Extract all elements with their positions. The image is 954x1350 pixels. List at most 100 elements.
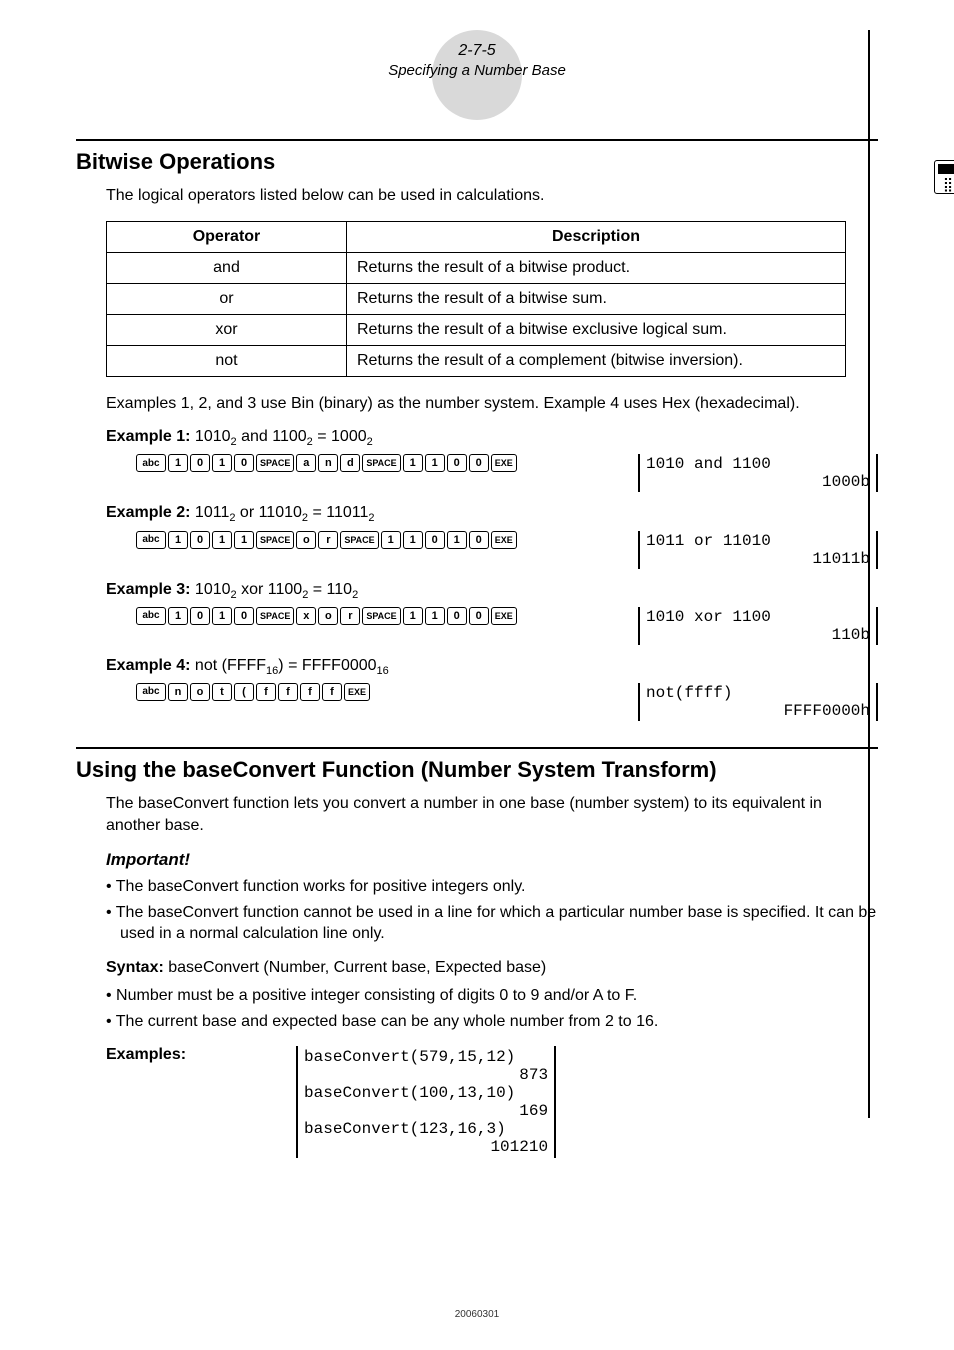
key-0: 0: [190, 454, 210, 472]
key-abc: abc: [136, 683, 166, 701]
examples-label: Examples:: [106, 1046, 186, 1064]
key-1: 1: [168, 531, 188, 549]
key-1: 1: [403, 531, 423, 549]
table-header-row: Operator Description: [107, 221, 846, 252]
baseconvert-examples: Examples: baseConvert(579,15,12) 873 bas…: [106, 1046, 878, 1158]
key-r: r: [340, 607, 360, 625]
key-abc: abc: [136, 454, 166, 472]
table-row: andReturns the result of a bitwise produ…: [107, 252, 846, 283]
key-0: 0: [234, 454, 254, 472]
example-3-keys: abc 1 0 1 0 SPACE x o r SPACE 1 1 0 0 EX…: [136, 607, 517, 625]
key-1: 1: [425, 607, 445, 625]
section1-intro: The logical operators listed below can b…: [106, 185, 878, 207]
key-t: t: [212, 683, 232, 701]
desc-cell: Returns the result of a bitwise sum.: [347, 283, 846, 314]
screen-input: 1010 and 1100: [646, 455, 771, 473]
example-3-row: abc 1 0 1 0 SPACE x o r SPACE 1 1 0 0 EX…: [106, 607, 878, 625]
example-3-title: Example 3: 10102 xor 11002 = 1102: [106, 581, 878, 601]
screen-output: 1000b: [646, 473, 870, 491]
example-3: Example 3: 10102 xor 11002 = 1102 abc 1 …: [106, 581, 878, 625]
key-0: 0: [469, 531, 489, 549]
key-a: a: [296, 454, 316, 472]
key-f: f: [300, 683, 320, 701]
screen-input: 1011 or 11010: [646, 532, 771, 550]
example-label: Example 3:: [106, 581, 190, 598]
example-4-screen: not(ffff) FFFF0000h: [638, 683, 878, 721]
key-1: 1: [212, 454, 232, 472]
screen-input: baseConvert(100,13,10): [304, 1084, 515, 1102]
screen-output: 101210: [304, 1138, 548, 1156]
screen-input: not(ffff): [646, 684, 732, 702]
desc-cell: Returns the result of a complement (bitw…: [347, 345, 846, 376]
screen-output: 169: [304, 1102, 548, 1120]
screen-output: 873: [304, 1066, 548, 1084]
page-number: 2-7-5: [76, 42, 878, 60]
example-label: Example 1:: [106, 428, 190, 445]
key-0: 0: [190, 607, 210, 625]
key-1: 1: [425, 454, 445, 472]
key-n: n: [168, 683, 188, 701]
example-3-screen: 1010 xor 1100 110b: [638, 607, 878, 645]
syntax-text: baseConvert (Number, Current base, Expec…: [168, 959, 546, 976]
key-paren: (: [234, 683, 254, 701]
key-space: SPACE: [340, 531, 378, 549]
desc-cell: Returns the result of a bitwise exclusiv…: [347, 314, 846, 345]
key-0: 0: [234, 607, 254, 625]
footer-date: 20060301: [0, 1309, 954, 1320]
key-0: 0: [447, 607, 467, 625]
key-space: SPACE: [256, 531, 294, 549]
list-item: The baseConvert function works for posit…: [106, 876, 878, 898]
key-abc: abc: [136, 531, 166, 549]
key-space: SPACE: [256, 454, 294, 472]
syntax-label: Syntax:: [106, 959, 164, 976]
key-0: 0: [447, 454, 467, 472]
list-item: The current base and expected base can b…: [106, 1011, 878, 1033]
desc-cell: Returns the result of a bitwise product.: [347, 252, 846, 283]
screen-output: 110b: [646, 626, 870, 644]
key-1: 1: [212, 531, 232, 549]
key-1: 1: [212, 607, 232, 625]
key-f: f: [322, 683, 342, 701]
section-rule: [76, 747, 878, 749]
key-1: 1: [447, 531, 467, 549]
key-space: SPACE: [362, 607, 400, 625]
section-title-baseconvert: Using the baseConvert Function (Number S…: [76, 757, 878, 783]
section-title-bitwise: Bitwise Operations: [76, 149, 878, 175]
list-item: The baseConvert function cannot be used …: [106, 902, 878, 945]
key-r: r: [318, 531, 338, 549]
page-title: Specifying a Number Base: [388, 62, 566, 79]
key-d: d: [340, 454, 360, 472]
example-2-title: Example 2: 10112 or 110102 = 110112: [106, 504, 878, 524]
key-0: 0: [469, 607, 489, 625]
key-exe: EXE: [491, 607, 517, 625]
section2-intro: The baseConvert function lets you conver…: [106, 793, 878, 836]
example-1-title: Example 1: 10102 and 11002 = 10002: [106, 428, 878, 448]
example-4-title: Example 4: not (FFFF16) = FFFF000016: [106, 657, 878, 677]
page-header: 2-7-5 Specifying a Number Base: [76, 30, 878, 79]
screen-output: 11011b: [646, 550, 870, 568]
example-1-screen: 1010 and 1100 1000b: [638, 454, 878, 492]
screen-input: baseConvert(579,15,12): [304, 1048, 515, 1066]
baseconvert-screen: baseConvert(579,15,12) 873 baseConvert(1…: [296, 1046, 556, 1158]
key-0: 0: [425, 531, 445, 549]
key-n: n: [318, 454, 338, 472]
key-o: o: [296, 531, 316, 549]
calculator-icon: [934, 160, 954, 194]
example-1: Example 1: 10102 and 11002 = 10002 abc 1…: [106, 428, 878, 472]
key-1: 1: [234, 531, 254, 549]
example-2-keys: abc 1 0 1 1 SPACE o r SPACE 1 1 0 1 0 EX…: [136, 531, 517, 549]
key-exe: EXE: [491, 454, 517, 472]
key-o: o: [190, 683, 210, 701]
key-space: SPACE: [256, 607, 294, 625]
example-label: Example 4:: [106, 657, 190, 674]
screen-input: 1010 xor 1100: [646, 608, 771, 626]
key-1: 1: [403, 607, 423, 625]
key-1: 1: [381, 531, 401, 549]
syntax-line: Syntax: baseConvert (Number, Current bas…: [106, 959, 878, 977]
example-4-row: abc n o t ( f f f f EXE not(ffff) FFFF00…: [106, 683, 878, 701]
key-1: 1: [403, 454, 423, 472]
key-1: 1: [168, 454, 188, 472]
th-description: Description: [347, 221, 846, 252]
list-item: Number must be a positive integer consis…: [106, 985, 878, 1007]
operator-table: Operator Description andReturns the resu…: [106, 221, 846, 377]
